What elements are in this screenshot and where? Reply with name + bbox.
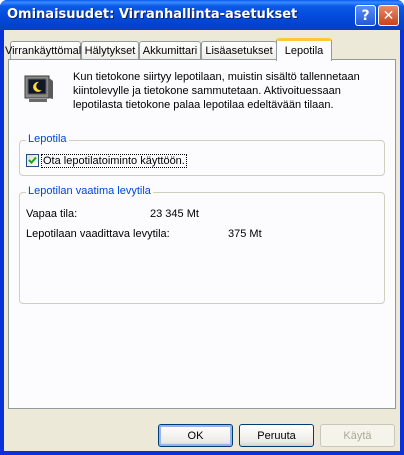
disk-space-group: Lepotilan vaatima levytila Vapaa tila: 2… bbox=[19, 185, 385, 304]
disk-space-group-title: Lepotilan vaatima levytila bbox=[26, 185, 153, 197]
hibernate-group-title: Lepotila bbox=[26, 133, 69, 145]
window-title: Ominaisuudet: Virranhallinta-asetukset bbox=[7, 7, 298, 22]
enable-hibernate-label[interactable]: Ota lepotilatoiminto käyttöön. bbox=[41, 153, 187, 168]
tab-alarms[interactable]: Hälytykset bbox=[81, 41, 139, 60]
ok-button[interactable]: OK bbox=[158, 424, 233, 447]
help-icon: ? bbox=[361, 7, 370, 24]
dialog-window: Ominaisuudet: Virranhallinta-asetukset ?… bbox=[0, 0, 404, 455]
required-space-label: Lepotilaan vaadittava levytila: bbox=[26, 228, 170, 240]
dialog-client-area: Virrankäyttömalli Hälytykset Akkumittari… bbox=[4, 30, 400, 451]
apply-button[interactable]: Käytä bbox=[320, 424, 395, 447]
tab-power-meter[interactable]: Akkumittari bbox=[139, 41, 201, 60]
cancel-button[interactable]: Peruuta bbox=[239, 424, 314, 447]
close-button[interactable]: ✕ bbox=[378, 5, 399, 26]
tab-strip: Virrankäyttömalli Hälytykset Akkumittari… bbox=[5, 38, 396, 61]
free-space-value: 23 345 Mt bbox=[150, 208, 199, 220]
tab-advanced[interactable]: Lisäasetukset bbox=[201, 41, 277, 60]
hibernate-group: Lepotila Ota lepotilatoiminto käyttöön. bbox=[19, 133, 385, 176]
help-button[interactable]: ? bbox=[355, 5, 376, 26]
required-space-value: 375 Mt bbox=[228, 228, 262, 240]
hibernate-computer-icon bbox=[24, 75, 53, 102]
hibernate-panel: Kun tietokone siirtyy lepotilaan, muisti… bbox=[8, 59, 396, 409]
tab-hibernate[interactable]: Lepotila bbox=[276, 38, 332, 61]
close-icon: ✕ bbox=[382, 7, 395, 24]
tab-power-schemes[interactable]: Virrankäyttömalli bbox=[5, 41, 86, 60]
title-bar[interactable]: Ominaisuudet: Virranhallinta-asetukset ?… bbox=[0, 0, 404, 30]
free-space-label: Vapaa tila: bbox=[26, 208, 78, 220]
enable-hibernate-checkbox[interactable] bbox=[26, 154, 39, 167]
hibernate-description: Kun tietokone siirtyy lepotilaan, muisti… bbox=[73, 71, 360, 111]
enable-hibernate-row[interactable]: Ota lepotilatoiminto käyttöön. bbox=[26, 153, 187, 168]
checkmark-icon bbox=[28, 156, 37, 164]
